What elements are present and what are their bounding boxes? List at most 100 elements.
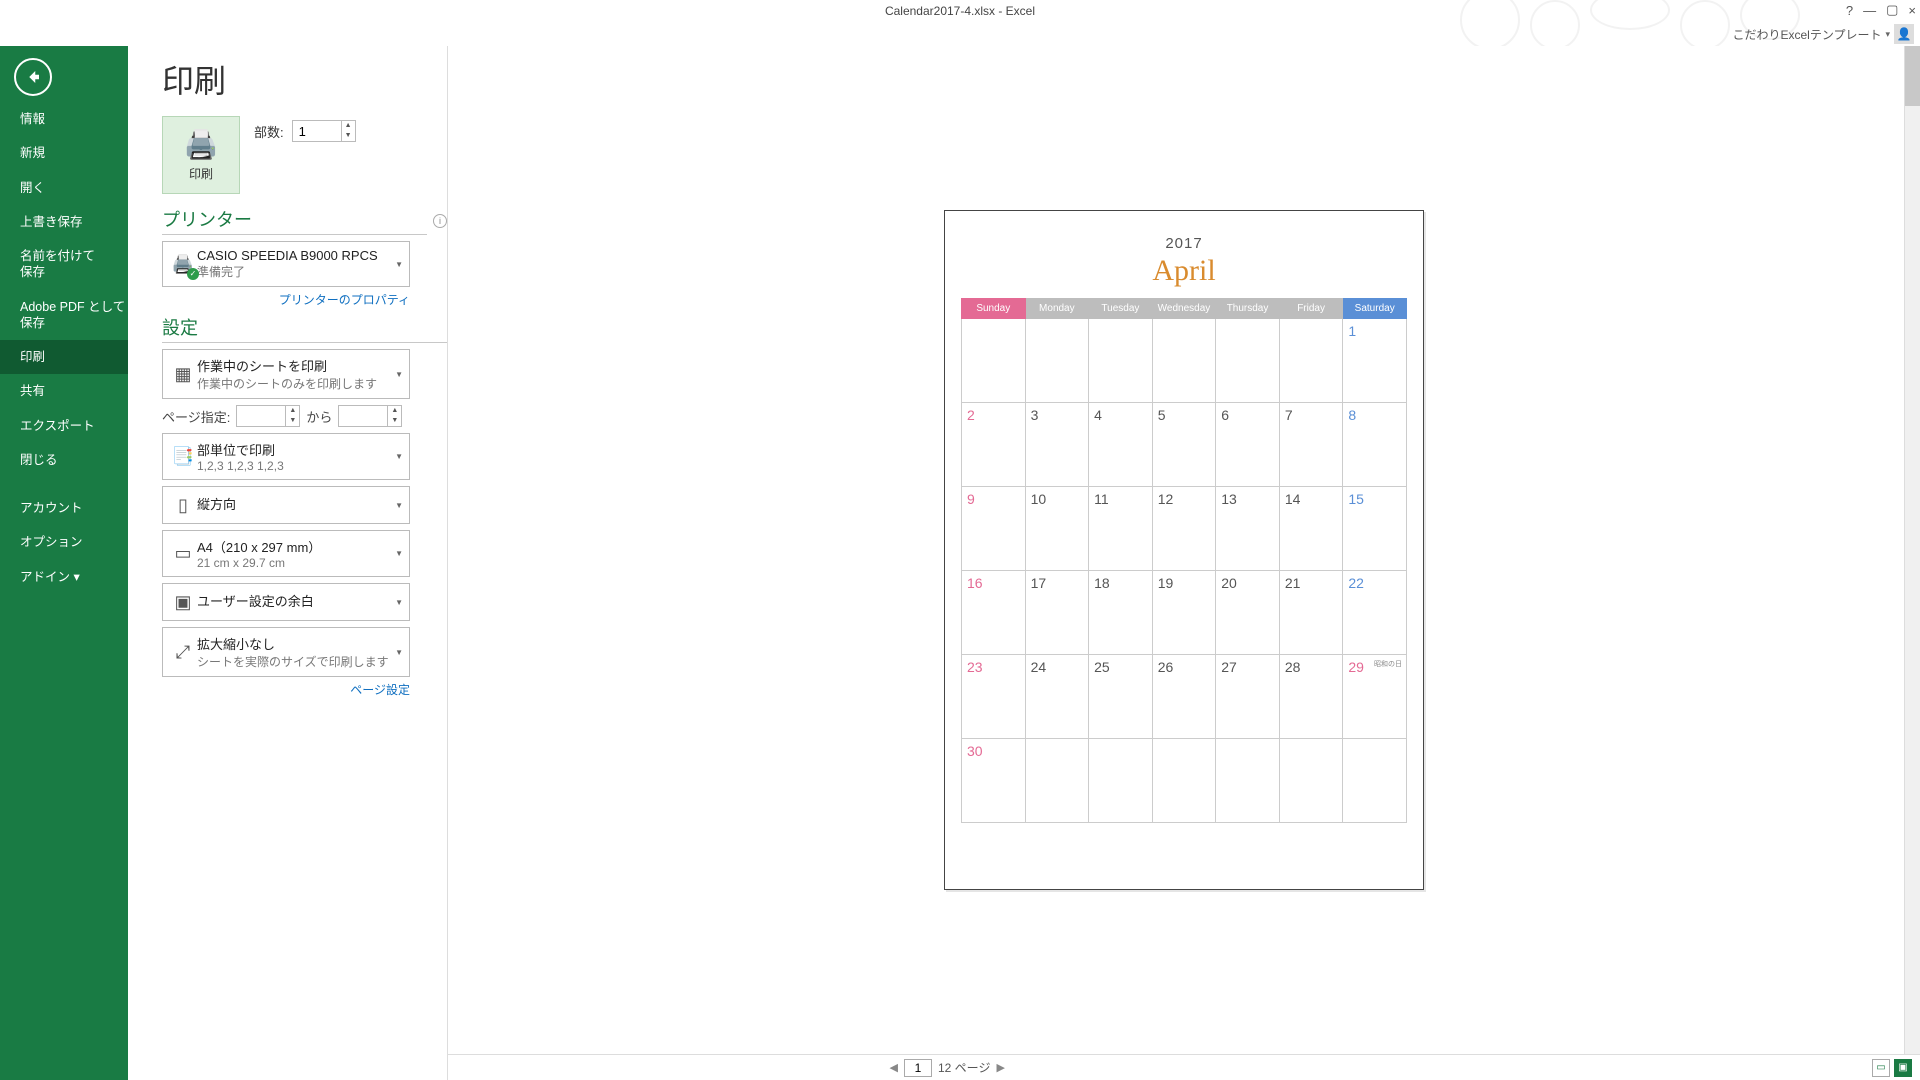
- weekday-header: Friday: [1279, 299, 1343, 319]
- copies-control: 部数: ▲▼: [254, 120, 356, 142]
- nav-item[interactable]: 閉じる: [0, 443, 128, 477]
- calendar-cell: 30: [962, 739, 1026, 823]
- page-from-spinner[interactable]: ▲▼: [236, 405, 300, 427]
- weekday-header: Saturday: [1343, 299, 1407, 319]
- scale-icon: ⤢: [169, 638, 197, 666]
- prev-page-button[interactable]: ◀: [890, 1061, 898, 1074]
- chevron-down-icon: ▼: [395, 648, 403, 657]
- nav-item[interactable]: 名前を付けて 保存: [0, 239, 128, 290]
- nav-item[interactable]: 情報: [0, 102, 128, 136]
- orientation-selector[interactable]: ▯ 縦方向 ▼: [162, 486, 410, 524]
- holiday-label: 昭和の日: [1374, 659, 1402, 669]
- nav-item[interactable]: 印刷: [0, 340, 128, 374]
- calendar-cell: 11: [1089, 487, 1153, 571]
- calendar-cell: 21: [1279, 571, 1343, 655]
- calendar-cell: 14: [1279, 487, 1343, 571]
- calendar-cell: [1216, 739, 1280, 823]
- weekday-header: Wednesday: [1152, 299, 1216, 319]
- calendar-cell: [962, 319, 1026, 403]
- calendar-cell: 3: [1025, 403, 1089, 487]
- settings-section-title: 設定: [162, 314, 447, 343]
- scrollbar-thumb[interactable]: [1905, 46, 1920, 106]
- margins-label: ユーザー設定の余白: [197, 588, 391, 616]
- calendar-cell: [1152, 319, 1216, 403]
- calendar-year: 2017: [961, 235, 1407, 252]
- margins-icon: ▣: [169, 588, 197, 616]
- nav-item[interactable]: 新規: [0, 136, 128, 170]
- chevron-down-icon: ▼: [395, 370, 403, 379]
- print-what-selector[interactable]: ▦ 作業中のシートを印刷 作業中のシートのみを印刷します ▼: [162, 349, 410, 399]
- calendar-cell: 23: [962, 655, 1026, 739]
- scaling-selector[interactable]: ⤢ 拡大縮小なし シートを実際のサイズで印刷します ▼: [162, 627, 410, 677]
- nav-item[interactable]: エクスポート: [0, 409, 128, 443]
- calendar-cell: [1025, 319, 1089, 403]
- maximize-button[interactable]: ▢: [1886, 2, 1898, 18]
- print-row: 🖨️ 印刷 部数: ▲▼: [162, 116, 447, 194]
- copies-up[interactable]: ▲: [342, 121, 355, 131]
- printer-info-icon[interactable]: i: [433, 214, 447, 228]
- collate-selector[interactable]: 📑 部単位で印刷 1,2,3 1,2,3 1,2,3 ▼: [162, 433, 410, 480]
- nav-item[interactable]: 共有: [0, 374, 128, 408]
- calendar-cell: 20: [1216, 571, 1280, 655]
- print-what-label: 作業中のシートを印刷: [197, 356, 391, 375]
- backstage-body: 情報新規開く上書き保存名前を付けて 保存Adobe PDF として 保存印刷共有…: [0, 46, 1920, 1080]
- page-range-label: ページ指定:: [162, 407, 230, 426]
- nav-item[interactable]: オプション: [0, 525, 128, 559]
- nav-item[interactable]: 開く: [0, 171, 128, 205]
- page-setup-link[interactable]: ページ設定: [350, 683, 410, 697]
- scaling-label: 拡大縮小なし: [197, 634, 391, 653]
- preview-footer: ◀ 12 ページ ▶ ▭ ▣: [448, 1054, 1920, 1080]
- help-icon[interactable]: ?: [1846, 3, 1853, 18]
- calendar-cell: [1089, 739, 1153, 823]
- nav-item[interactable]: アドイン ▾: [0, 560, 128, 594]
- next-page-button[interactable]: ▶: [996, 1061, 1004, 1074]
- print-settings-panel: 印刷 🖨️ 印刷 部数: ▲▼ プリンター i 🖨️✓ CASIO SPEEDI…: [128, 46, 448, 1080]
- close-button[interactable]: ×: [1908, 3, 1916, 18]
- user-dropdown-icon[interactable]: ▾: [1885, 29, 1890, 40]
- scaling-desc: シートを実際のサイズで印刷します: [197, 653, 391, 670]
- copies-input[interactable]: [293, 121, 341, 141]
- paper-size-selector[interactable]: ▭ A4（210 x 297 mm） 21 cm x 29.7 cm ▼: [162, 530, 410, 577]
- calendar-cell: [1152, 739, 1216, 823]
- nav-item[interactable]: アカウント: [0, 491, 128, 525]
- calendar-cell: 26: [1152, 655, 1216, 739]
- margins-selector[interactable]: ▣ ユーザー設定の余白 ▼: [162, 583, 410, 621]
- calendar-cell: 28: [1279, 655, 1343, 739]
- calendar-cell: 13: [1216, 487, 1280, 571]
- page-to-input[interactable]: [339, 406, 387, 426]
- calendar-cell: [1279, 319, 1343, 403]
- calendar-cell: [1025, 739, 1089, 823]
- user-label[interactable]: こだわりExcelテンプレート: [1732, 26, 1881, 43]
- calendar-cell: 25: [1089, 655, 1153, 739]
- page-number-input[interactable]: [904, 1059, 932, 1077]
- preview-page: 2017 April SundayMondayTuesdayWednesdayT…: [944, 210, 1424, 890]
- zoom-fit-button[interactable]: ▣: [1894, 1059, 1912, 1077]
- calendar-table: SundayMondayTuesdayWednesdayThursdayFrid…: [961, 298, 1407, 823]
- chevron-down-icon: ▼: [395, 549, 403, 558]
- copies-down[interactable]: ▼: [342, 131, 355, 141]
- zoom-to-page-button[interactable]: ▭: [1872, 1059, 1890, 1077]
- calendar-cell: 10: [1025, 487, 1089, 571]
- title-bar: Calendar2017-4.xlsx - Excel ? — ▢ ×: [0, 0, 1920, 22]
- back-arrow-icon: [24, 68, 42, 86]
- page-icon: ▭: [169, 540, 197, 568]
- back-button[interactable]: [14, 58, 52, 96]
- calendar-month: April: [961, 254, 1407, 288]
- calendar-cell: 9: [962, 487, 1026, 571]
- weekday-header: Tuesday: [1089, 299, 1153, 319]
- preview-scrollbar[interactable]: [1904, 46, 1920, 1054]
- page-to-spinner[interactable]: ▲▼: [338, 405, 402, 427]
- printer-properties-link[interactable]: プリンターのプロパティ: [279, 293, 410, 307]
- nav-item[interactable]: Adobe PDF として 保存: [0, 290, 128, 341]
- calendar-cell: [1089, 319, 1153, 403]
- paper-size-desc: 21 cm x 29.7 cm: [197, 556, 391, 570]
- nav-item[interactable]: 上書き保存: [0, 205, 128, 239]
- calendar-cell: 1: [1343, 319, 1407, 403]
- calendar-cell: 29昭和の日: [1343, 655, 1407, 739]
- copies-spinner[interactable]: ▲▼: [292, 120, 356, 142]
- avatar[interactable]: 👤: [1894, 24, 1914, 44]
- printer-selector[interactable]: 🖨️✓ CASIO SPEEDIA B9000 RPCS 準備完了 ▼: [162, 241, 410, 287]
- page-from-input[interactable]: [237, 406, 285, 426]
- minimize-button[interactable]: —: [1863, 3, 1876, 18]
- print-button[interactable]: 🖨️ 印刷: [162, 116, 240, 194]
